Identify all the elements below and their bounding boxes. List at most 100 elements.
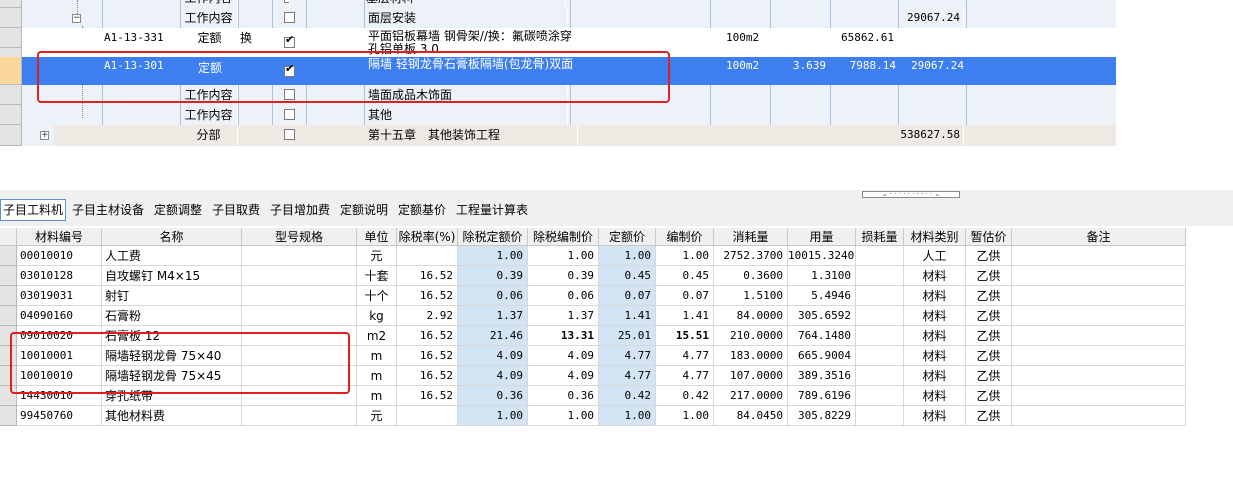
cell-quota[interactable]: 25.01	[599, 326, 656, 346]
cell-note[interactable]	[1012, 326, 1186, 346]
cell-tax[interactable]	[397, 406, 458, 426]
row-gutter[interactable]	[0, 105, 22, 125]
cell-consume[interactable]: 0.3600	[714, 266, 788, 286]
row-gutter[interactable]	[0, 246, 17, 266]
cell-tax[interactable]	[397, 246, 458, 266]
cell-tax-quota[interactable]: 21.46	[458, 326, 528, 346]
cell-loss[interactable]	[856, 326, 904, 346]
row-checkbox[interactable]	[284, 109, 295, 120]
cell-provisional[interactable]: 乙供	[966, 306, 1012, 326]
cell-name[interactable]: 其他材料费	[102, 406, 242, 426]
cell-consume[interactable]: 210.0000	[714, 326, 788, 346]
cell-code[interactable]: 03019031	[17, 286, 102, 306]
cell-tax[interactable]: 16.52	[397, 266, 458, 286]
cell-code[interactable]: 00010010	[17, 246, 102, 266]
cell-quota[interactable]: 0.45	[599, 266, 656, 286]
cell-tax[interactable]: 16.52	[397, 366, 458, 386]
cell-note[interactable]	[1012, 266, 1186, 286]
cell-provisional[interactable]: 乙供	[966, 346, 1012, 366]
row-checkbox[interactable]	[284, 129, 295, 140]
col-header[interactable]: 暂估价	[966, 228, 1012, 246]
cell-comp[interactable]: 0.07	[656, 286, 714, 306]
cell-consume[interactable]: 217.0000	[714, 386, 788, 406]
cell-note[interactable]	[1012, 286, 1186, 306]
cell-category[interactable]: 材料	[904, 326, 966, 346]
cell-tax-quota[interactable]: 0.36	[458, 386, 528, 406]
col-header[interactable]: 材料类别	[904, 228, 966, 246]
tab-main-material-equipment[interactable]: 子目主材设备	[72, 200, 144, 220]
cell-loss[interactable]	[856, 286, 904, 306]
cell-usage[interactable]: 1.3100	[788, 266, 856, 286]
cell-tax[interactable]: 16.52	[397, 386, 458, 406]
cell-usage[interactable]: 764.1480	[788, 326, 856, 346]
cell-quota[interactable]: 1.41	[599, 306, 656, 326]
cell-tax-comp[interactable]: 13.31	[528, 326, 599, 346]
cell-unit[interactable]: m2	[357, 326, 397, 346]
cell-code[interactable]: 04090160	[17, 306, 102, 326]
cell-comp[interactable]: 15.51	[656, 326, 714, 346]
cell-usage[interactable]: 789.6196	[788, 386, 856, 406]
cell-unit[interactable]: m	[357, 386, 397, 406]
tree-row[interactable]: 工作内容 基层材料	[22, 0, 1116, 8]
col-header[interactable]: 名称	[102, 228, 242, 246]
cell-tax-comp[interactable]: 1.00	[528, 246, 599, 266]
cell-tax-quota[interactable]: 1.00	[458, 406, 528, 426]
cell-tax-comp[interactable]: 0.36	[528, 386, 599, 406]
cell-tax-comp[interactable]: 4.09	[528, 366, 599, 386]
cell-name[interactable]: 人工费	[102, 246, 242, 266]
cell-spec[interactable]	[242, 266, 357, 286]
row-gutter[interactable]	[0, 306, 17, 326]
cell-consume[interactable]: 107.0000	[714, 366, 788, 386]
material-row[interactable]: 03019031 射钉 十个 16.52 0.06 0.06 0.07 0.07 1.5100 5…	[0, 286, 1186, 306]
cell-spec[interactable]	[242, 286, 357, 306]
cell-loss[interactable]	[856, 406, 904, 426]
cell-tax-comp[interactable]: 4.09	[528, 346, 599, 366]
row-gutter[interactable]	[0, 286, 17, 306]
col-header[interactable]: 损耗量	[856, 228, 904, 246]
cell-unit[interactable]: 元	[357, 246, 397, 266]
col-header[interactable]: 消耗量	[714, 228, 788, 246]
col-header[interactable]: 用量	[788, 228, 856, 246]
cell-unit[interactable]: 十套	[357, 266, 397, 286]
cell-category[interactable]: 材料	[904, 406, 966, 426]
cell-code[interactable]: 03010128	[17, 266, 102, 286]
cell-usage[interactable]: 10015.3240	[788, 246, 856, 266]
row-gutter[interactable]	[0, 85, 22, 105]
cell-note[interactable]	[1012, 306, 1186, 326]
cell-provisional[interactable]: 乙供	[966, 266, 1012, 286]
cell-tax-quota[interactable]: 0.39	[458, 266, 528, 286]
col-header[interactable]: 型号规格	[242, 228, 357, 246]
cell-tax[interactable]: 2.92	[397, 306, 458, 326]
tab-fee-calculation[interactable]: 子目取费	[212, 200, 260, 220]
cell-tax-quota[interactable]: 1.37	[458, 306, 528, 326]
cell-name[interactable]: 射钉	[102, 286, 242, 306]
row-gutter[interactable]	[0, 266, 17, 286]
cell-category[interactable]: 材料	[904, 266, 966, 286]
cell-spec[interactable]	[242, 406, 357, 426]
cell-tax[interactable]: 16.52	[397, 346, 458, 366]
material-row[interactable]: 04090160 石膏粉 kg 2.92 1.37 1.37 1.41 1.41 84.0000…	[0, 306, 1186, 326]
cell-unit[interactable]: m	[357, 366, 397, 386]
cell-quota[interactable]: 1.00	[599, 406, 656, 426]
cell-tax-comp[interactable]: 1.37	[528, 306, 599, 326]
row-gutter[interactable]	[0, 8, 22, 28]
cell-usage[interactable]: 5.4946	[788, 286, 856, 306]
cell-quota[interactable]: 0.07	[599, 286, 656, 306]
cell-consume[interactable]: 84.0000	[714, 306, 788, 326]
cell-loss[interactable]	[856, 366, 904, 386]
cell-category[interactable]: 材料	[904, 346, 966, 366]
cell-category[interactable]: 材料	[904, 386, 966, 406]
expand-toggle-icon[interactable]: +	[40, 131, 49, 140]
tree-row[interactable]: 工作内容 面层安装 29067.24	[22, 8, 1116, 28]
tab-quota-description[interactable]: 定额说明	[340, 200, 388, 220]
cell-unit[interactable]: m	[357, 346, 397, 366]
cell-consume[interactable]: 84.0450	[714, 406, 788, 426]
cell-tax-comp[interactable]: 0.39	[528, 266, 599, 286]
tree-row[interactable]: 工作内容 其他	[22, 105, 1116, 125]
cell-provisional[interactable]: 乙供	[966, 366, 1012, 386]
cell-consume[interactable]: 183.0000	[714, 346, 788, 366]
cell-name[interactable]: 自攻螺钉 M4×15	[102, 266, 242, 286]
cell-category[interactable]: 人工	[904, 246, 966, 266]
cell-comp[interactable]: 4.77	[656, 346, 714, 366]
cell-unit[interactable]: kg	[357, 306, 397, 326]
